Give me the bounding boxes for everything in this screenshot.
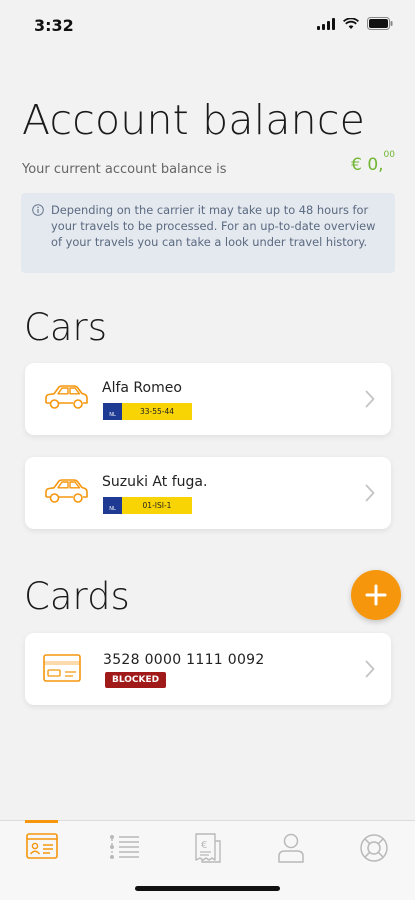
balance-row: Your current account balance is € 0,00 — [22, 150, 395, 178]
list-icon — [109, 835, 139, 859]
chevron-right-icon — [365, 484, 375, 502]
page-title: Account balance — [22, 96, 365, 144]
balance-cents: 00 — [383, 150, 395, 161]
license-plate: NL 01-ISI-1 — [103, 497, 192, 514]
car-card[interactable]: Alfa Romeo NL 33-55-44 — [25, 363, 391, 435]
plate-country: NL — [103, 497, 122, 514]
info-box: Depending on the carrier it may take up … — [21, 193, 395, 273]
car-name: Suzuki At fuga. — [102, 474, 208, 490]
payment-card[interactable]: 3528 0000 1111 0092 BLOCKED — [25, 633, 391, 705]
home-indicator — [135, 886, 280, 891]
card-number: 3528 0000 1111 0092 — [103, 652, 265, 668]
lifebuoy-icon — [359, 834, 388, 862]
info-text: Depending on the carrier it may take up … — [51, 203, 376, 249]
user-icon — [277, 833, 304, 863]
chevron-right-icon — [365, 390, 375, 408]
tab-support[interactable] — [332, 821, 415, 876]
license-plate: NL 33-55-44 — [103, 403, 192, 420]
status-bar: 3:32 — [0, 0, 415, 50]
status-icons — [317, 17, 393, 30]
car-card[interactable]: Suzuki At fuga. NL 01-ISI-1 — [25, 457, 391, 529]
chevron-right-icon — [365, 660, 375, 678]
balance-value: € 0,00 — [351, 150, 395, 175]
status-time: 3:32 — [34, 16, 74, 35]
tab-profile[interactable] — [249, 821, 332, 876]
svg-text:€: € — [201, 840, 207, 851]
plate-number: 01-ISI-1 — [122, 497, 192, 514]
wifi-icon — [343, 17, 359, 29]
plate-number: 33-55-44 — [122, 403, 192, 420]
credit-card-icon — [43, 654, 81, 682]
balance-amount: € 0, — [351, 155, 384, 175]
balance-label: Your current account balance is — [22, 162, 227, 177]
tab-invoices[interactable]: € — [166, 821, 249, 876]
tab-account[interactable] — [0, 820, 83, 876]
battery-icon — [367, 17, 393, 30]
signal-icon — [317, 17, 335, 30]
status-badge: BLOCKED — [105, 672, 167, 688]
car-icon — [45, 479, 88, 503]
add-button[interactable] — [351, 570, 401, 620]
plus-icon — [365, 584, 387, 606]
id-card-icon — [25, 833, 58, 859]
receipt-icon: € — [194, 833, 221, 863]
cards-title: Cards — [24, 575, 130, 618]
tab-travels[interactable] — [83, 821, 166, 876]
car-name: Alfa Romeo — [102, 380, 182, 396]
cars-title: Cars — [24, 306, 107, 349]
plate-country: NL — [103, 403, 122, 420]
car-icon — [45, 385, 88, 409]
info-icon — [32, 204, 44, 216]
